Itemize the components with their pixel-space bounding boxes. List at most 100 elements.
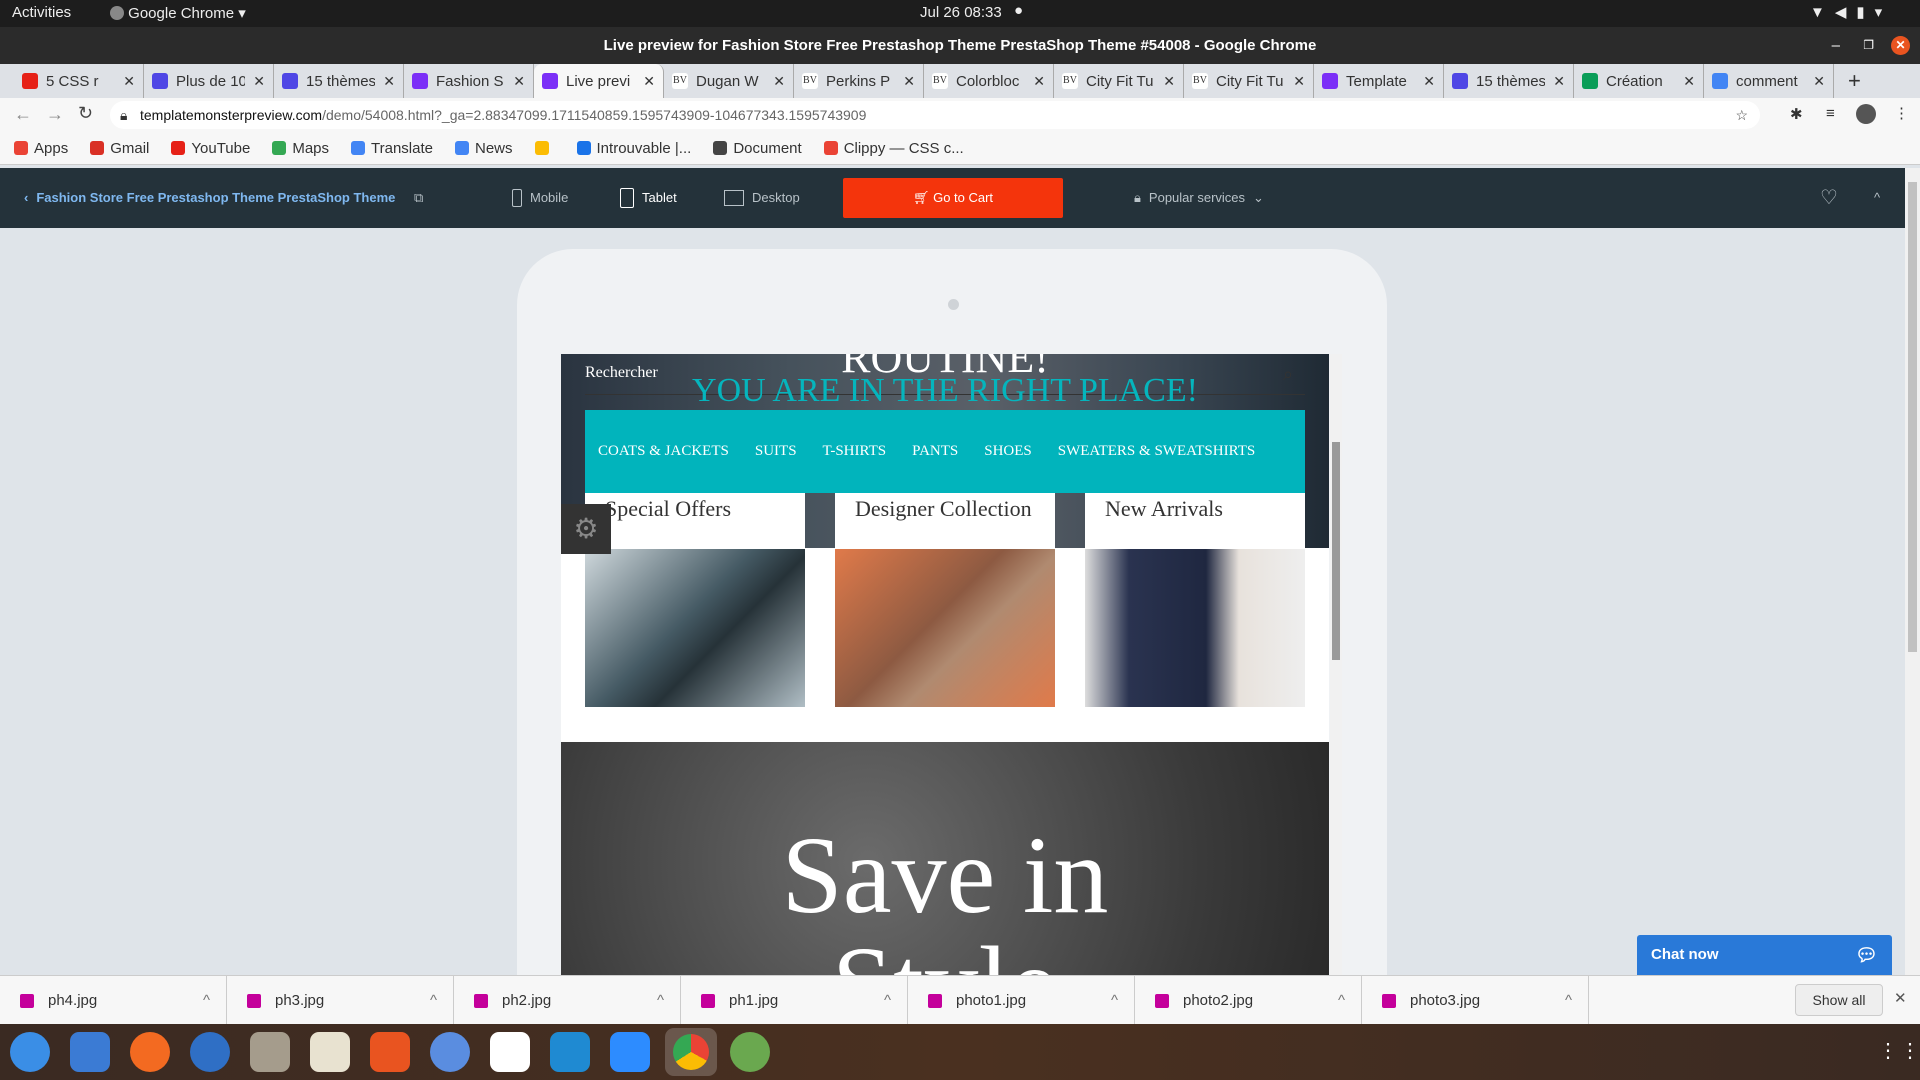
app-menu[interactable]: Google Chrome ▾ — [110, 4, 246, 22]
collapse-toolbar-icon[interactable]: ^ — [1874, 168, 1880, 228]
tab-2[interactable]: 15 thèmes ✕ — [274, 64, 404, 98]
translate-app-icon[interactable] — [70, 1032, 110, 1072]
clock[interactable]: Jul 26 08:33 — [920, 4, 1002, 21]
bookmark-9[interactable]: Clippy — CSS c... — [823, 140, 964, 157]
show-all-button[interactable]: Show all — [1795, 984, 1883, 1016]
chevron-up-icon[interactable]: ^ — [657, 992, 664, 1009]
mobile-view-button[interactable]: Mobile — [512, 168, 568, 228]
chrome-dock-icon[interactable] — [665, 1028, 717, 1076]
bookmark-4[interactable]: Translate — [351, 140, 433, 157]
tab-13[interactable]: comment ✕ — [1704, 64, 1834, 98]
chevron-up-icon[interactable]: ^ — [1338, 992, 1345, 1009]
desktop-view-button[interactable]: Desktop — [724, 168, 800, 228]
download-item[interactable]: photo2.jpg ^ — [1135, 976, 1362, 1025]
bookmark-3[interactable]: Maps — [272, 140, 329, 157]
chevron-up-icon[interactable]: ^ — [203, 992, 210, 1009]
tab-7[interactable]: BV Colorbloc ✕ — [924, 64, 1054, 98]
firefox-icon[interactable] — [130, 1032, 170, 1072]
url-input[interactable]: 🔒︎ templatemonsterpreview.com/demo/54008… — [110, 101, 1760, 129]
files-icon[interactable] — [250, 1032, 290, 1072]
go-to-cart-button[interactable]: 🛒︎ Go to Cart — [843, 178, 1063, 218]
card-new-arrivals[interactable]: New Arrivals — [1085, 493, 1305, 707]
download-item[interactable]: ph4.jpg ^ — [0, 976, 227, 1025]
profile-avatar[interactable] — [1856, 104, 1876, 124]
scrollbar-thumb[interactable] — [1332, 442, 1340, 660]
tab-11[interactable]: 15 thèmes ✕ — [1444, 64, 1574, 98]
tab-8[interactable]: BV City Fit Tu ✕ — [1054, 64, 1184, 98]
close-window-button[interactable]: ✕ — [1891, 36, 1910, 55]
maximize-button[interactable]: ❐ — [1863, 27, 1874, 64]
card-special-offers[interactable]: Special Offers — [585, 493, 805, 707]
activities-button[interactable]: Activities — [12, 4, 71, 21]
page-scrollbar[interactable] — [1905, 168, 1920, 975]
download-item[interactable]: ph2.jpg ^ — [454, 976, 681, 1025]
close-tab-icon[interactable]: ✕ — [1293, 73, 1305, 90]
chromium-icon[interactable] — [430, 1032, 470, 1072]
settings-gear-icon[interactable]: ⚙ — [561, 504, 611, 554]
back-to-theme-link[interactable]: ‹ Fashion Store Free Prestashop Theme Pre… — [24, 168, 395, 228]
close-tab-icon[interactable]: ✕ — [1423, 73, 1435, 90]
bookmark-star-icon[interactable]: ☆ — [1735, 101, 1748, 129]
tab-9[interactable]: BV City Fit Tu ✕ — [1184, 64, 1314, 98]
rhythmbox-icon[interactable] — [310, 1032, 350, 1072]
tab-4[interactable]: Live previ ✕ — [534, 64, 664, 98]
media-icon[interactable]: ≡ — [1826, 105, 1835, 122]
card-designer-collection[interactable]: Designer Collection — [835, 493, 1055, 707]
chevron-up-icon[interactable]: ^ — [1565, 992, 1572, 1009]
status-icons[interactable]: ▼◀▮▾ — [1810, 3, 1892, 21]
nav-item[interactable]: SWEATERS & SWEATSHIRTS — [1058, 443, 1255, 460]
reload-button[interactable]: ↻ — [78, 103, 93, 124]
close-tab-icon[interactable]: ✕ — [513, 73, 525, 90]
popular-services-dropdown[interactable]: 🔒︎ Popular services ⌄ — [1134, 168, 1264, 228]
page-scrollbar-thumb[interactable] — [1908, 182, 1917, 652]
nav-item[interactable]: PANTS — [912, 443, 958, 460]
download-item[interactable]: photo3.jpg ^ — [1362, 976, 1589, 1025]
thunderbird-icon[interactable] — [190, 1032, 230, 1072]
bookmark-0[interactable]: Apps — [14, 140, 68, 157]
close-tab-icon[interactable]: ✕ — [1683, 73, 1695, 90]
zoom-icon[interactable] — [610, 1032, 650, 1072]
download-item[interactable]: ph1.jpg ^ — [681, 976, 908, 1025]
close-tab-icon[interactable]: ✕ — [1033, 73, 1045, 90]
nav-item[interactable]: SUITS — [755, 443, 797, 460]
download-item[interactable]: ph3.jpg ^ — [227, 976, 454, 1025]
close-tab-icon[interactable]: ✕ — [253, 73, 265, 90]
tablet-view-button[interactable]: Tablet — [620, 168, 677, 228]
close-tab-icon[interactable]: ✕ — [1813, 73, 1825, 90]
globe-app-icon[interactable] — [730, 1032, 770, 1072]
close-tab-icon[interactable]: ✕ — [383, 73, 395, 90]
minimize-button[interactable]: – — [1832, 27, 1840, 64]
tab-12[interactable]: Création ✕ — [1574, 64, 1704, 98]
tab-3[interactable]: Fashion S ✕ — [404, 64, 534, 98]
bookmark-7[interactable]: Introuvable |... — [576, 140, 691, 157]
bookmark-2[interactable]: YouTube — [171, 140, 250, 157]
close-downloads-button[interactable]: ✕ — [1894, 989, 1907, 1007]
chevron-up-icon[interactable]: ^ — [430, 992, 437, 1009]
chevron-up-icon[interactable]: ^ — [1111, 992, 1118, 1009]
favorite-heart-icon[interactable]: ♡ — [1820, 168, 1838, 228]
tab-1[interactable]: Plus de 10 ✕ — [144, 64, 274, 98]
close-tab-icon[interactable]: ✕ — [773, 73, 785, 90]
close-tab-icon[interactable]: ✕ — [123, 73, 135, 90]
tab-10[interactable]: Template ✕ — [1314, 64, 1444, 98]
help-icon[interactable] — [10, 1032, 50, 1072]
preview-scrollbar[interactable] — [1330, 354, 1342, 975]
tab-0[interactable]: 5 CSS r ✕ — [14, 64, 144, 98]
back-button[interactable]: ← — [14, 104, 32, 125]
chevron-up-icon[interactable]: ^ — [884, 992, 891, 1009]
bookmark-1[interactable]: Gmail — [90, 140, 149, 157]
tab-5[interactable]: BV Dugan W ✕ — [664, 64, 794, 98]
software-center-icon[interactable] — [370, 1032, 410, 1072]
app-grid-icon[interactable]: ⋮⋮⋮ — [1878, 1038, 1920, 1063]
bookmark-6[interactable] — [534, 141, 555, 155]
chat-now-button[interactable]: Chat now 💬︎ — [1637, 935, 1892, 975]
new-tab-button[interactable]: + — [1848, 68, 1861, 94]
download-item[interactable]: photo1.jpg ^ — [908, 976, 1135, 1025]
external-link-icon[interactable]: ⧉ — [414, 168, 423, 228]
close-tab-icon[interactable]: ✕ — [1163, 73, 1175, 90]
nav-item[interactable]: T-SHIRTS — [823, 443, 887, 460]
close-tab-icon[interactable]: ✕ — [903, 73, 915, 90]
menu-icon[interactable]: ⋮ — [1894, 104, 1909, 122]
nav-item[interactable]: COATS & JACKETS — [598, 443, 729, 460]
bookmark-8[interactable]: Document — [713, 140, 802, 157]
